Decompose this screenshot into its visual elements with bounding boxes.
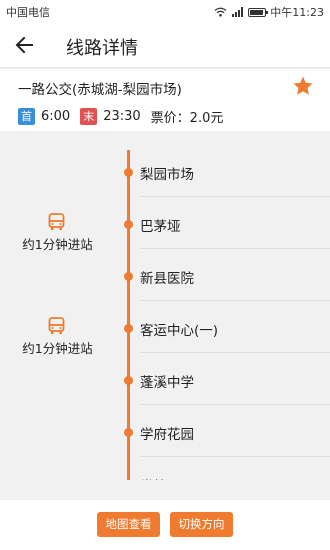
- stop-dot: [124, 220, 133, 229]
- app-bar: 线路详情: [0, 22, 330, 68]
- status-icons: 中午11:23: [214, 4, 324, 20]
- stop-name: 新县医院: [140, 271, 194, 287]
- fare: 票价：2.0元: [150, 111, 224, 126]
- stop-dot: [124, 168, 133, 177]
- battery-icon: [248, 7, 269, 17]
- stop-name: 客运中心(一): [140, 323, 219, 339]
- map-view-button[interactable]: 地图查看: [97, 512, 160, 537]
- service-times: 首 6:00 末 23:30 票价：2.0元: [18, 107, 223, 126]
- stop-name: 巴茅垭: [140, 219, 181, 235]
- first-bus-badge: 首: [18, 108, 35, 125]
- bus-marker[interactable]: 约1分钟进站: [0, 317, 115, 361]
- stop-name: 梨园市场: [140, 167, 194, 183]
- switch-direction-button[interactable]: 切换方向: [170, 512, 233, 537]
- route-info: 一路公交(赤城湖-梨园市场) 首 6:00 末 23:30 票价：2.0元: [0, 69, 330, 131]
- stop-dot: [124, 272, 133, 281]
- first-bus-time: 6:00: [41, 109, 71, 124]
- route-name: 一路公交(赤城湖-梨园市场): [18, 82, 182, 98]
- wifi-icon: [214, 7, 227, 17]
- bus-eta: 约1分钟进站: [22, 237, 93, 252]
- carrier-name: 中国电信: [6, 6, 50, 19]
- bus-icon: [48, 213, 65, 230]
- stop-item[interactable]: 梨园市场: [0, 145, 330, 197]
- stop-name: 蓬溪中学: [140, 375, 194, 391]
- signal-icon: [232, 7, 244, 17]
- stop-dot: [124, 428, 133, 437]
- bus-icon: [48, 317, 65, 334]
- stop-name: 学府花园: [140, 427, 194, 443]
- bus-eta: 约1分钟进站: [22, 341, 93, 356]
- page-title: 线路详情: [66, 38, 138, 59]
- last-bus-time: 23:30: [103, 109, 141, 124]
- back-arrow-icon[interactable]: [12, 32, 38, 58]
- bottom-action-bar: 地图查看 切换方向: [0, 500, 330, 550]
- clock: 中午11:23: [270, 6, 324, 19]
- stop-dot: [124, 376, 133, 385]
- last-bus-badge: 末: [80, 108, 98, 125]
- stop-dot: [124, 324, 133, 333]
- bus-marker[interactable]: 约1分钟进站: [0, 213, 115, 257]
- stop-item[interactable]: 学府花园: [0, 405, 330, 457]
- stops-panel[interactable]: 梨园市场 巴茅垭 新县医院 客运中心(一) 蓬溪中学 学府花园 党校: [0, 145, 330, 480]
- stop-name: 党校: [140, 475, 167, 480]
- status-bar: 中国电信 中午11:23: [0, 0, 330, 22]
- favorite-star-icon[interactable]: [292, 75, 314, 97]
- stop-item[interactable]: 党校: [0, 457, 330, 480]
